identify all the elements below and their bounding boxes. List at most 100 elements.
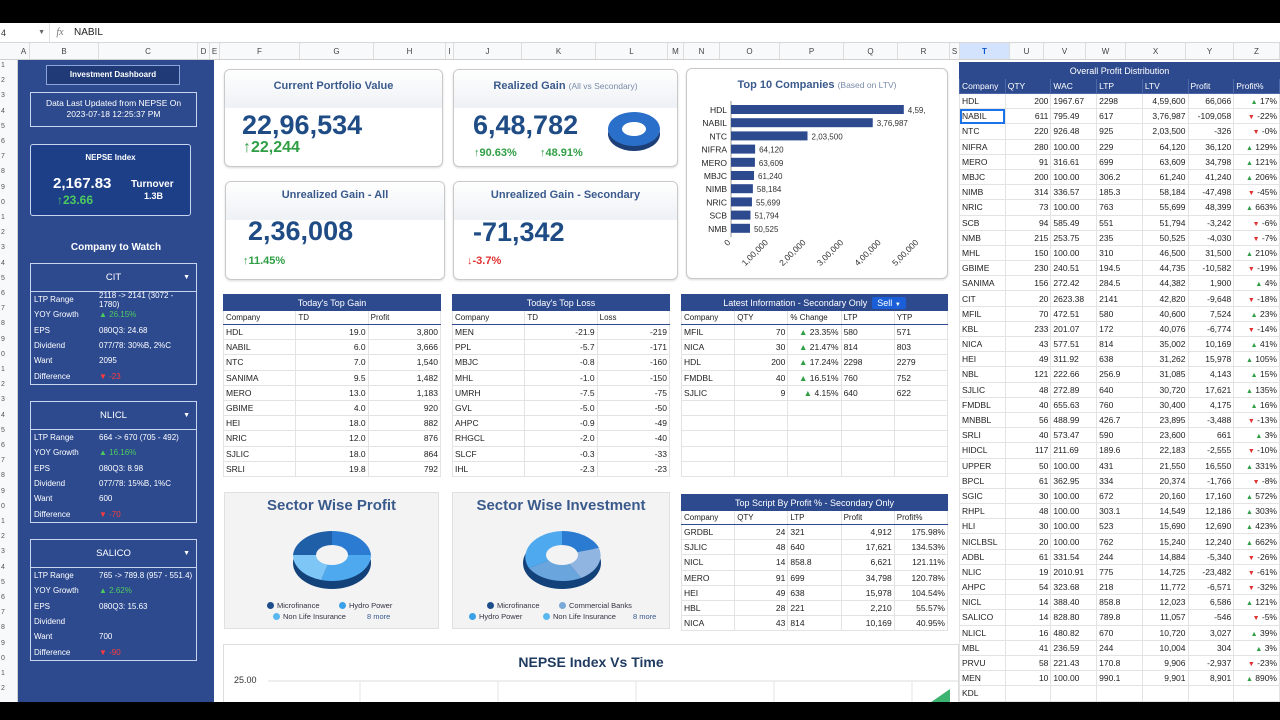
row-header[interactable]: 7 [0,153,17,160]
column-header[interactable]: TD [295,310,369,325]
table-row[interactable]: FMDBL 40 ▲ 16.51% 760 752 [680,369,949,386]
table-row[interactable]: NICL 14 858.8 6,621 121.11% [680,554,949,571]
table-row[interactable]: CIT 20 2623.38 2141 42,820 -9,648 ▼ -18% [959,290,1280,307]
column-header-K[interactable]: K [522,43,596,59]
table-row[interactable]: MFIL 70 ▲ 23.35% 580 571 [680,323,949,341]
column-header-F[interactable]: F [220,43,300,59]
row-header[interactable]: 3 [0,92,17,99]
table-cell[interactable]: NABIL [959,108,1006,125]
table-row[interactable]: BPCL 61 362.95 334 20,374 -1,766 ▼ -8% [959,472,1280,489]
table-row[interactable]: SJLIC 9 ▲ 4.15% 640 622 [680,384,949,401]
row-header[interactable]: 0 [0,351,17,358]
table-row[interactable]: AHPC -0.9 -49 [451,415,671,432]
table-row[interactable]: NRIC 73 100.00 763 55,699 48,399 ▲ 663% [959,199,1280,216]
table-row[interactable]: HBL 28 221 2,210 55.57% [680,599,949,617]
row-header[interactable]: 8 [0,624,17,631]
watch-select[interactable]: NLICL ▼ [31,402,196,430]
row-header[interactable]: 2 [0,77,17,84]
chevron-down-icon[interactable]: ▼ [183,540,190,568]
table-row[interactable]: MBJC 200 100.00 306.2 61,240 41,240 ▲ 206% [959,168,1280,186]
table-row[interactable]: NICLBSL 20 100.00 762 15,240 12,240 ▲ 662% [959,533,1280,550]
column-header[interactable]: WAC [1050,78,1098,94]
table-row[interactable]: SANIMA 156 272.42 284.5 44,382 1,900 ▲ 4% [959,275,1280,292]
table-row[interactable]: HEI 18.0 882 [222,415,442,432]
table-row[interactable]: MFIL 70 472.51 580 40,600 7,524 ▲ 23% [959,305,1280,322]
table-row[interactable]: SRLI 40 573.47 590 23,600 661 ▲ 3% [959,427,1280,444]
column-header[interactable]: Company [680,310,736,325]
column-header[interactable]: TD [524,310,598,325]
row-header[interactable]: 0 [0,655,17,662]
sector-profit-more[interactable]: 8 more [367,612,390,621]
table-row[interactable]: SJLIC 48 640 17,621 134.53% [680,539,949,556]
table-row[interactable]: SJLIC 48 272.89 640 30,720 17,621 ▲ 135% [959,381,1280,398]
table-row[interactable]: SGIC 30 100.00 672 20,160 17,160 ▲ 572% [959,487,1280,505]
row-header[interactable]: 2 [0,685,17,692]
table-row[interactable]: PPL -5.7 -171 [451,339,671,356]
column-header-Y[interactable]: Y [1186,43,1234,59]
table-row[interactable]: UMRH -7.5 -75 [451,384,671,401]
row-header[interactable]: 5 [0,579,17,586]
table-row[interactable]: MERO 91 699 34,798 120.78% [680,569,949,586]
formula-input[interactable]: NABIL [70,27,103,38]
column-header-U[interactable]: U [1010,43,1044,59]
row-header[interactable]: 5 [0,123,17,130]
column-header-O[interactable]: O [720,43,780,59]
column-header-I[interactable]: I [446,43,454,59]
column-header-X[interactable]: X [1126,43,1186,59]
row-header[interactable]: 6 [0,442,17,449]
column-header-A[interactable]: A [18,43,30,59]
table-row[interactable]: NICL 14 388.40 858.8 12,023 6,586 ▲ 121% [959,594,1280,611]
row-header[interactable]: 4 [0,564,17,571]
table-row[interactable]: GBIME 4.0 920 [222,399,442,417]
table-row[interactable]: MEN -21.9 -219 [451,323,671,341]
table-row[interactable]: HDL 200 ▲ 17.24% 2298 2279 [680,354,949,371]
column-header-H[interactable]: H [374,43,446,59]
chevron-down-icon[interactable]: ▼ [38,29,45,36]
row-header[interactable]: 3 [0,396,17,403]
table-row[interactable]: GRDBL 24 321 4,912 175.98% [680,523,949,541]
filter-select[interactable]: Sell ▼ [872,296,906,309]
chevron-down-icon[interactable]: ▼ [183,264,190,292]
column-header[interactable]: Company [959,78,1006,94]
table-row[interactable]: SALICO 14 828.80 789.8 11,057 -546 ▼ -5% [959,609,1280,626]
table-row[interactable]: NIFRA 280 100.00 229 64,120 36,120 ▲ 129% [959,138,1280,155]
column-header[interactable]: QTY [734,310,789,325]
column-header[interactable]: Company [222,310,297,325]
table-row[interactable]: SANIMA 9.5 1,482 [222,369,442,386]
table-row[interactable]: UPPER 50 100.00 431 21,550 16,550 ▲ 331% [959,457,1280,474]
table-row[interactable]: NMB 215 253.75 235 50,525 -4,030 ▼ -7% [959,229,1280,246]
table-row[interactable]: NABIL 6.0 3,666 [222,339,442,356]
row-header[interactable]: 1 [0,670,17,677]
table-row[interactable]: KDL [959,685,1280,702]
column-header-T[interactable]: T [960,43,1010,59]
row-header[interactable]: 2 [0,229,17,236]
table-row[interactable]: MHL -1.0 -150 [451,369,671,386]
row-header[interactable]: 1 [0,366,17,373]
table-row[interactable]: MEN 10 100.00 990.1 9,901 8,901 ▲ 890% [959,670,1280,687]
table-row[interactable]: MBL 41 236.59 244 10,004 304 ▲ 3% [959,639,1280,656]
column-header-P[interactable]: P [780,43,844,59]
table-row[interactable]: NICA 43 814 10,169 40.95% [680,615,949,632]
table-row[interactable]: SRLI 19.8 792 [222,460,442,477]
table-row[interactable]: AHPC 54 323.68 218 11,772 -6,571 ▼ -32% [959,578,1280,596]
row-header[interactable]: 0 [0,199,17,206]
table-row[interactable]: NTC 220 926.48 925 2,03,500 -326 ▼ -0% [959,123,1280,140]
column-header[interactable]: % Change [787,310,842,325]
column-header-S[interactable]: S [950,43,960,59]
table-row[interactable]: FMDBL 40 655.63 760 30,400 4,175 ▲ 16% [959,396,1280,413]
column-header[interactable]: Profit% [893,510,949,525]
watch-select[interactable]: CIT ▼ [31,264,196,292]
row-header[interactable]: 2 [0,533,17,540]
row-header[interactable]: 4 [0,108,17,115]
table-row[interactable]: NBL 121 222.66 256.9 31,085 4,143 ▲ 15% [959,366,1280,383]
table-row[interactable]: RHPL 48 100.00 303.1 14,549 12,186 ▲ 303% [959,503,1280,520]
table-row[interactable]: NIMB 314 336.57 185.3 58,184 -47,498 ▼ -45% [959,184,1280,201]
table-row[interactable]: SJLIC 18.0 864 [222,445,442,462]
column-header-L[interactable]: L [596,43,668,59]
column-header[interactable]: LTP [1096,78,1143,94]
row-header[interactable]: 6 [0,138,17,145]
row-header[interactable]: 9 [0,488,17,495]
row-header[interactable]: 9 [0,336,17,343]
row-header[interactable]: 5 [0,275,17,282]
row-header[interactable]: 8 [0,320,17,327]
